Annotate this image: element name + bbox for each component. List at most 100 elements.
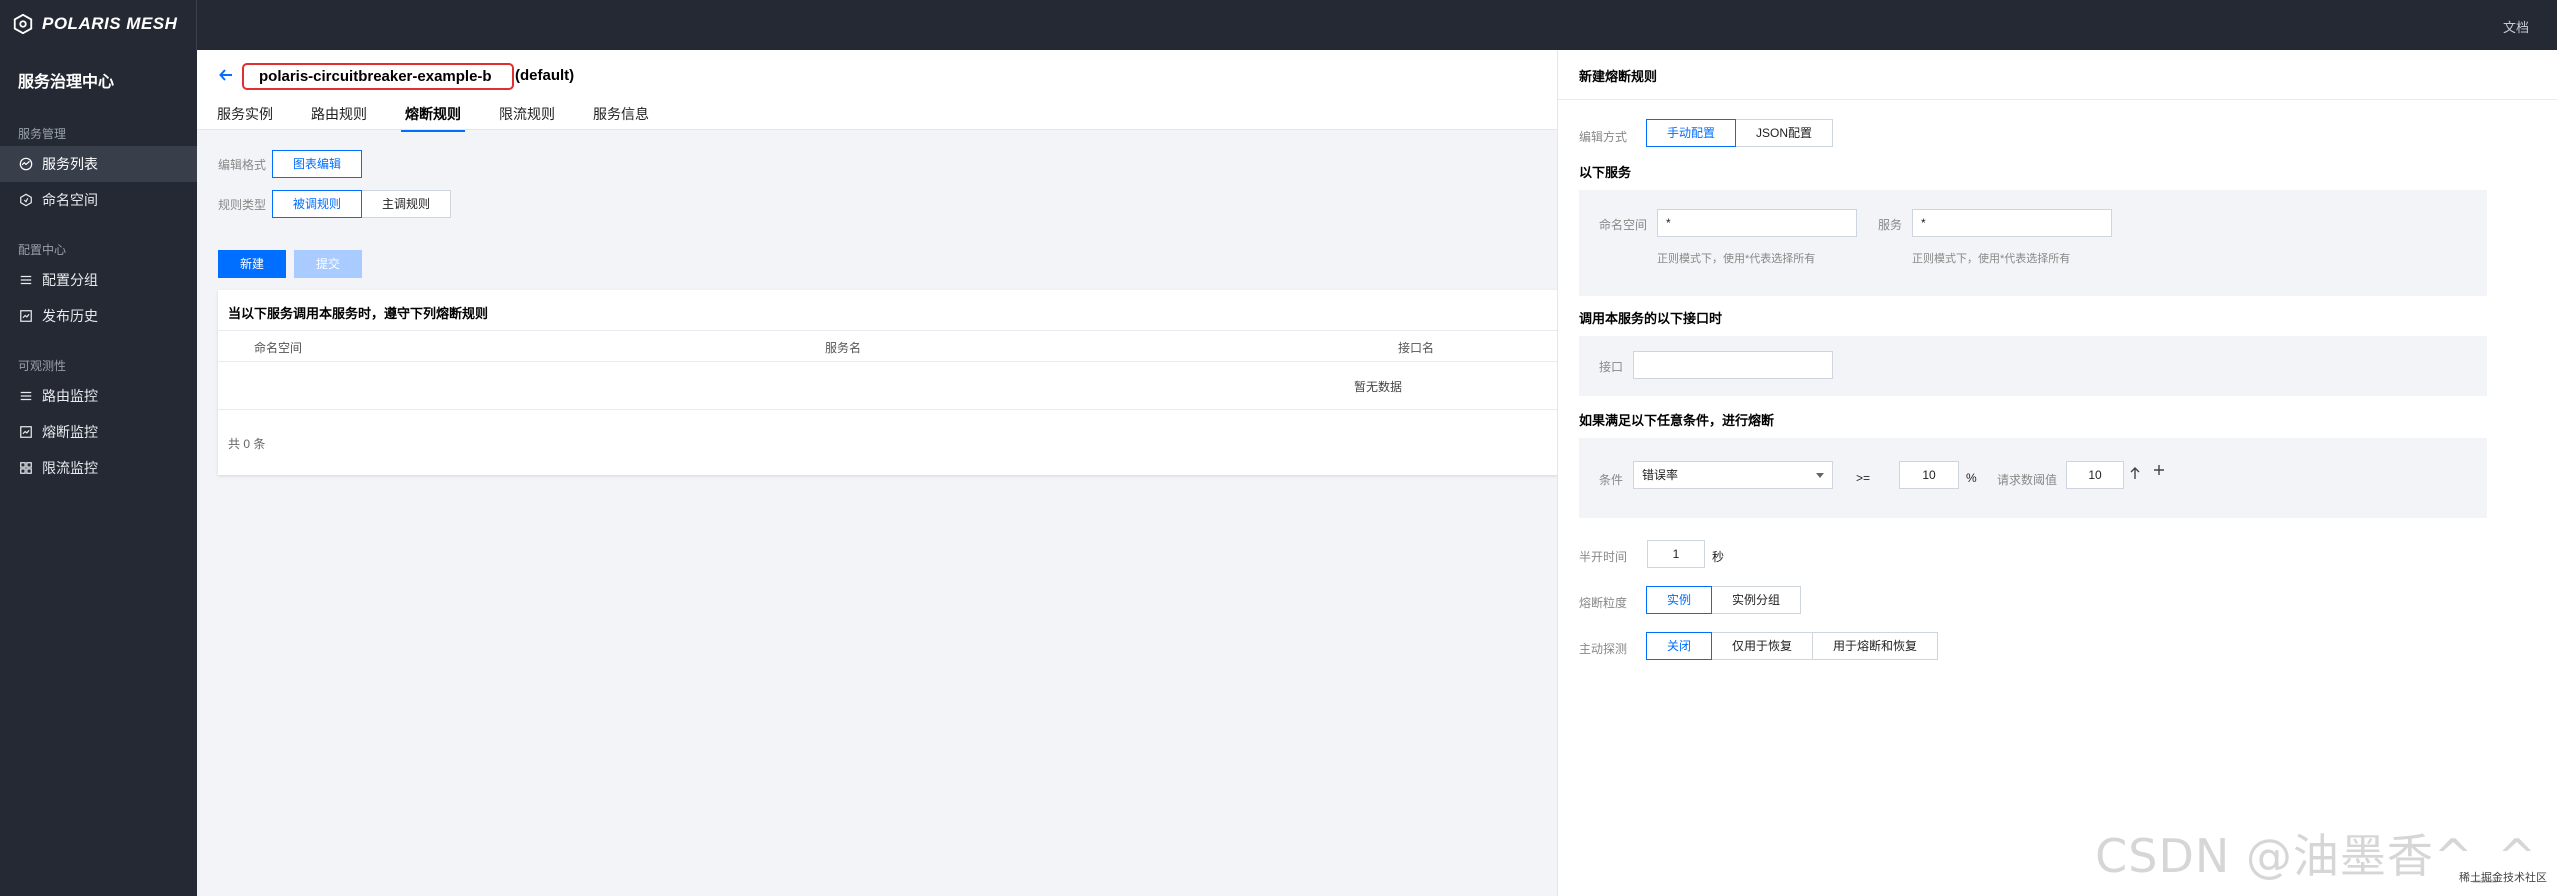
probe-switch: 关闭 仅用于恢复 用于熔断和恢复	[1646, 632, 1939, 660]
tab-ratelimit-rules[interactable]: 限流规则	[499, 100, 555, 132]
namespace-label: 命名空间	[1599, 218, 1648, 232]
back-arrow-icon[interactable]	[217, 66, 235, 84]
probe-label: 主动探测	[1579, 642, 1628, 656]
sidebar-item-label: 命名空间	[42, 192, 98, 208]
caller-rule-button[interactable]: 主调规则	[361, 190, 452, 218]
chevron-down-icon	[1816, 473, 1824, 478]
sidebar-item-label: 发布历史	[42, 308, 98, 324]
column-service: 服务名	[825, 341, 862, 355]
granularity-group-button[interactable]: 实例分组	[1711, 586, 1802, 614]
sidebar-item-label: 配置分组	[42, 272, 98, 288]
hexagon-icon	[18, 192, 34, 208]
operator-label: >=	[1856, 471, 1871, 485]
column-namespace: 命名空间	[254, 341, 303, 355]
sidebar-item-release-history[interactable]: 发布历史	[0, 298, 197, 334]
half-open-label: 半开时间	[1579, 550, 1628, 564]
manual-config-button[interactable]: 手动配置	[1646, 119, 1737, 147]
section-services-title: 以下服务	[1579, 165, 1632, 180]
polaris-logo-icon	[13, 13, 33, 35]
edit-mode-label: 编辑方式	[1579, 130, 1628, 144]
sidebar-group-label: 可观测性	[18, 359, 67, 373]
probe-off-button[interactable]: 关闭	[1646, 632, 1713, 660]
submit-button[interactable]: 提交	[294, 250, 363, 278]
sidebar-item-ratelimit-monitor[interactable]: 限流监控	[0, 450, 197, 486]
namespace-input[interactable]: *	[1657, 209, 1857, 237]
tab-bar: 服务实例 路由规则 熔断规则 限流规则 服务信息	[217, 100, 687, 132]
drawer-title: 新建熔断规则	[1579, 69, 1658, 84]
service-input[interactable]: *	[1912, 209, 2112, 237]
doc-link[interactable]: 文档	[2503, 17, 2529, 36]
add-condition-icon[interactable]	[2152, 463, 2166, 480]
sidebar-item-label: 熔断监控	[42, 424, 98, 440]
chart-edit-button[interactable]: 图表编辑	[272, 150, 363, 178]
interface-input[interactable]	[1633, 351, 1833, 379]
sidebar-group-label: 服务管理	[18, 127, 67, 141]
brand-logo[interactable]: POLARIS MESH	[12, 13, 177, 35]
edit-mode-switch: 手动配置 JSON配置	[1646, 119, 1834, 147]
list-icon	[18, 272, 34, 288]
gauge-icon	[18, 156, 34, 172]
conditions-panel: 条件 错误率 >= 10 % 请求数阈值 10	[1579, 438, 2487, 518]
main-content: polaris-circuitbreaker-example-b (defaul…	[197, 50, 1558, 896]
chart-icon	[18, 424, 34, 440]
grid-icon	[18, 460, 34, 476]
callee-rule-button[interactable]: 被调规则	[272, 190, 363, 218]
rule-type-label: 规则类型	[218, 197, 267, 212]
granularity-label: 熔断粒度	[1579, 596, 1628, 610]
tab-route-rules[interactable]: 路由规则	[311, 100, 367, 132]
new-rule-button[interactable]: 新建	[218, 250, 287, 278]
probe-recover-only-button[interactable]: 仅用于恢复	[1711, 632, 1814, 660]
section-conditions-title: 如果满足以下任意条件，进行熔断	[1579, 413, 1775, 428]
section-interface-title: 调用本服务的以下接口时	[1579, 311, 1723, 326]
interface-panel: 接口	[1579, 336, 2487, 396]
probe-break-and-recover-button[interactable]: 用于熔断和恢复	[1812, 632, 1939, 660]
table-caption: 当以下服务调用本服务时，遵守下列熔断规则	[228, 306, 489, 321]
json-config-button[interactable]: JSON配置	[1735, 119, 1834, 147]
sidebar-item-config-group[interactable]: 配置分组	[0, 262, 197, 298]
service-namespace-title: (default)	[515, 67, 575, 84]
sidebar-group-label: 配置中心	[18, 243, 67, 257]
empty-text: 暂无数据	[1354, 380, 1403, 394]
threshold-input[interactable]: 10	[1899, 461, 1959, 489]
drawer-divider	[1558, 99, 2557, 100]
sidebar-item-label: 路由监控	[42, 388, 98, 404]
arrow-up-icon[interactable]	[2129, 466, 2141, 483]
sidebar-item-label: 限流监控	[42, 460, 98, 476]
namespace-hint: 正则模式下，使用*代表选择所有	[1657, 253, 1816, 265]
service-hint: 正则模式下，使用*代表选择所有	[1912, 253, 2071, 265]
condition-select-value: 错误率	[1642, 468, 1679, 482]
tab-instances[interactable]: 服务实例	[217, 100, 273, 132]
condition-label: 条件	[1599, 473, 1624, 487]
half-open-input[interactable]: 1	[1647, 540, 1705, 568]
sidebar-item-circuitbreaker-monitor[interactable]: 熔断监控	[0, 414, 197, 450]
tab-circuitbreaker-rules[interactable]: 熔断规则	[401, 100, 465, 132]
condition-select[interactable]: 错误率	[1633, 461, 1833, 489]
sidebar-item-service-list[interactable]: 服务列表	[0, 146, 197, 182]
table-header: 命名空间 服务名 接口名	[218, 330, 1558, 362]
rules-table: 当以下服务调用本服务时，遵守下列熔断规则 命名空间 服务名 接口名 暂无数据 共…	[218, 290, 1558, 475]
services-panel: 命名空间 * 正则模式下，使用*代表选择所有 服务 * 正则模式下，使用*代表选…	[1579, 190, 2487, 296]
interface-label: 接口	[1599, 360, 1624, 374]
top-bar: POLARIS MESH 文档	[0, 0, 2557, 50]
sidebar-item-route-monitor[interactable]: 路由监控	[0, 378, 197, 414]
list-icon	[18, 388, 34, 404]
new-circuitbreaker-drawer: 新建熔断规则 编辑方式 手动配置 JSON配置 以下服务 命名空间 * 正则模式…	[1557, 50, 2557, 896]
sidebar-item-label: 服务列表	[42, 156, 98, 172]
sidebar: 服务治理中心 服务管理 服务列表 命名空间 配置中心 配置分组 发布历史 可观测…	[0, 50, 197, 896]
total-count: 共 0 条	[228, 437, 266, 451]
granularity-switch: 实例 实例分组	[1646, 586, 1802, 614]
granularity-instance-button[interactable]: 实例	[1646, 586, 1713, 614]
service-name-title: polaris-circuitbreaker-example-b	[242, 63, 514, 90]
sidebar-title: 服务治理中心	[18, 74, 115, 91]
sidebar-item-namespace[interactable]: 命名空间	[0, 182, 197, 218]
service-label: 服务	[1878, 218, 1903, 232]
empty-row: 暂无数据	[218, 362, 1558, 410]
column-interface: 接口名	[1398, 341, 1435, 355]
min-requests-input[interactable]: 10	[2066, 461, 2124, 489]
threshold-unit: %	[1966, 471, 1977, 485]
topbar-divider	[196, 0, 197, 50]
edit-format-label: 编辑格式	[218, 157, 267, 172]
brand-name: POLARIS MESH	[42, 14, 178, 33]
tab-service-info[interactable]: 服务信息	[593, 100, 649, 132]
edit-format-row: 编辑格式 图表编辑	[218, 150, 363, 178]
